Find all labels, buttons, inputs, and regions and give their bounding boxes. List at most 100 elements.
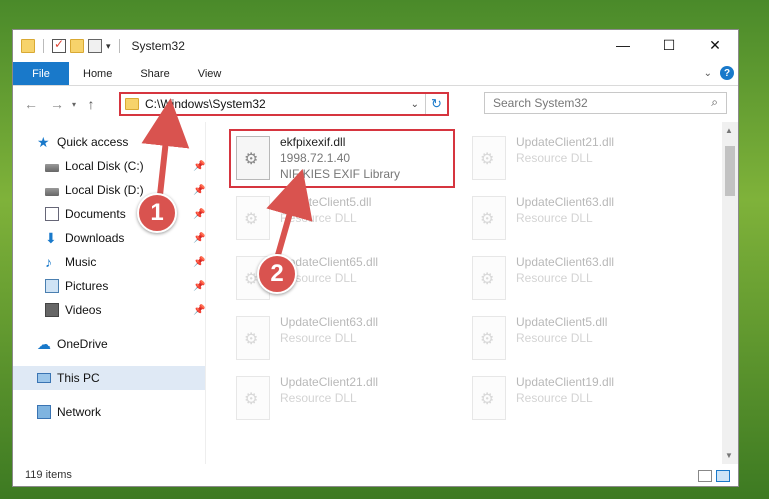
- tab-view[interactable]: View: [184, 62, 236, 85]
- file-description: Resource DLL: [516, 331, 593, 345]
- refresh-button[interactable]: ↻: [425, 94, 447, 114]
- tab-file[interactable]: File: [13, 62, 69, 85]
- file-name: UpdateClient21.dll: [516, 135, 615, 149]
- callout-1: 1: [137, 193, 177, 233]
- close-button[interactable]: ✕: [692, 30, 738, 60]
- pin-icon: 📌: [193, 256, 206, 268]
- file-description: Resource DLL: [516, 391, 593, 405]
- up-button[interactable]: ↑: [81, 96, 101, 112]
- file-description: Resource DLL: [280, 331, 357, 345]
- drive-icon: [45, 187, 59, 196]
- dll-file-icon: [472, 136, 506, 180]
- sidebar-item-network[interactable]: Network: [13, 400, 205, 424]
- file-name: UpdateClient63.dll: [516, 195, 615, 209]
- back-button[interactable]: ←: [21, 96, 41, 112]
- sidebar-item-label: Pictures: [65, 279, 109, 293]
- customize-icon[interactable]: [88, 39, 102, 53]
- file-item[interactable]: UpdateClient63.dll Resource DLL: [468, 250, 698, 306]
- navigation-bar: ← → ▾ ↑ C:\Windows\System32 ⌄ ↻ Search S…: [13, 86, 738, 122]
- sidebar-item-this-pc[interactable]: This PC: [13, 366, 205, 390]
- file-name: UpdateClient21.dll: [280, 375, 379, 389]
- sidebar-item-local-disk-c[interactable]: Local Disk (C:) 📌: [13, 154, 205, 178]
- file-item[interactable]: UpdateClient5.dll Resource DLL: [232, 190, 462, 246]
- sidebar-item-label: Quick access: [57, 135, 129, 149]
- documents-icon: [45, 207, 59, 221]
- sidebar-item-label: OneDrive: [57, 337, 108, 351]
- file-name: UpdateClient63.dll: [516, 255, 615, 269]
- computer-icon: [37, 373, 51, 383]
- folder-icon: [125, 98, 139, 110]
- pin-icon: 📌: [193, 232, 206, 244]
- expand-ribbon-icon[interactable]: ⌄: [704, 68, 712, 79]
- maximize-button[interactable]: ☐: [646, 30, 692, 60]
- search-icon: ⌕: [711, 95, 718, 109]
- title-bar: ▾ System32 — ☐ ✕: [13, 30, 738, 62]
- dll-file-icon: [236, 196, 270, 240]
- vertical-scrollbar[interactable]: ▲ ▼: [722, 122, 738, 464]
- file-item[interactable]: UpdateClient63.dll Resource DLL: [232, 310, 462, 366]
- videos-icon: [45, 303, 59, 317]
- pin-icon: 📌: [193, 280, 206, 292]
- minimize-button[interactable]: —: [600, 30, 646, 60]
- file-item[interactable]: UpdateClient63.dll Resource DLL: [468, 190, 698, 246]
- forward-button[interactable]: →: [47, 96, 67, 112]
- file-description: Resource DLL: [516, 271, 593, 285]
- details-view-icon[interactable]: [698, 470, 712, 482]
- scroll-down-icon[interactable]: ▼: [725, 451, 733, 460]
- tab-home[interactable]: Home: [69, 62, 126, 85]
- dll-file-icon: [472, 316, 506, 360]
- dll-file-icon: [236, 376, 270, 420]
- status-bar: 119 items: [13, 464, 738, 486]
- file-description: Resource DLL: [516, 151, 593, 165]
- dll-file-icon: [236, 316, 270, 360]
- sidebar-item-quick-access[interactable]: ★ Quick access: [13, 130, 205, 154]
- file-description: Resource DLL: [280, 391, 357, 405]
- folder-icon: [21, 39, 35, 53]
- sidebar-item-videos[interactable]: Videos 📌: [13, 298, 205, 322]
- callout-2: 2: [257, 254, 297, 294]
- sidebar-item-label: Videos: [65, 303, 102, 317]
- chevron-down-icon[interactable]: ⌄: [411, 99, 419, 110]
- file-name: UpdateClient19.dll: [516, 375, 615, 389]
- star-icon: ★: [37, 134, 50, 150]
- network-icon: [37, 405, 51, 419]
- sidebar-item-local-disk-d[interactable]: Local Disk (D:) 📌: [13, 178, 205, 202]
- sidebar-item-label: Local Disk (C:): [65, 159, 144, 173]
- help-icon[interactable]: ?: [720, 66, 734, 80]
- pin-icon: 📌: [193, 184, 206, 196]
- file-list: ekfpixexif.dll 1998.72.1.40 NIF KIES EXI…: [206, 122, 738, 464]
- item-count: 119 items: [25, 469, 72, 481]
- scroll-up-icon[interactable]: ▲: [725, 126, 733, 135]
- ribbon-tabs: File Home Share View ⌄ ?: [13, 62, 738, 86]
- file-explorer-window: ▾ System32 — ☐ ✕ File Home Share View ⌄ …: [12, 29, 739, 487]
- new-folder-icon[interactable]: [70, 39, 84, 53]
- sidebar-item-label: This PC: [57, 371, 100, 385]
- file-name: UpdateClient63.dll: [280, 315, 379, 329]
- sidebar-item-pictures[interactable]: Pictures 📌: [13, 274, 205, 298]
- properties-check-icon[interactable]: [52, 37, 66, 53]
- address-path[interactable]: C:\Windows\System32: [145, 97, 266, 111]
- recent-locations-button[interactable]: ▾: [67, 100, 81, 109]
- file-item[interactable]: UpdateClient21.dll Resource DLL: [232, 370, 462, 426]
- file-item[interactable]: UpdateClient19.dll Resource DLL: [468, 370, 698, 426]
- tab-share[interactable]: Share: [126, 62, 183, 85]
- sidebar-item-music[interactable]: ♪ Music 📌: [13, 250, 205, 274]
- divider: [43, 39, 44, 53]
- search-input[interactable]: Search System32 ⌕: [484, 92, 727, 114]
- dll-file-icon: [472, 376, 506, 420]
- dll-file-icon: [472, 256, 506, 300]
- cloud-icon: ☁: [37, 336, 51, 352]
- address-bar[interactable]: C:\Windows\System32 ⌄ ↻: [119, 92, 449, 116]
- qat-dropdown-icon[interactable]: ▾: [106, 41, 111, 52]
- sidebar-item-onedrive[interactable]: ☁ OneDrive: [13, 332, 205, 356]
- pin-icon: 📌: [193, 160, 206, 172]
- dll-file-icon: [472, 196, 506, 240]
- file-item[interactable]: UpdateClient5.dll Resource DLL: [468, 310, 698, 366]
- scrollbar-thumb[interactable]: [725, 146, 735, 196]
- sidebar-item-downloads[interactable]: ⬇ Downloads 📌: [13, 226, 205, 250]
- downloads-icon: ⬇: [45, 230, 57, 246]
- file-item[interactable]: UpdateClient21.dll Resource DLL: [468, 130, 698, 186]
- pictures-icon: [45, 279, 59, 293]
- large-icons-view-icon[interactable]: [716, 470, 730, 482]
- file-description: Resource DLL: [280, 211, 357, 225]
